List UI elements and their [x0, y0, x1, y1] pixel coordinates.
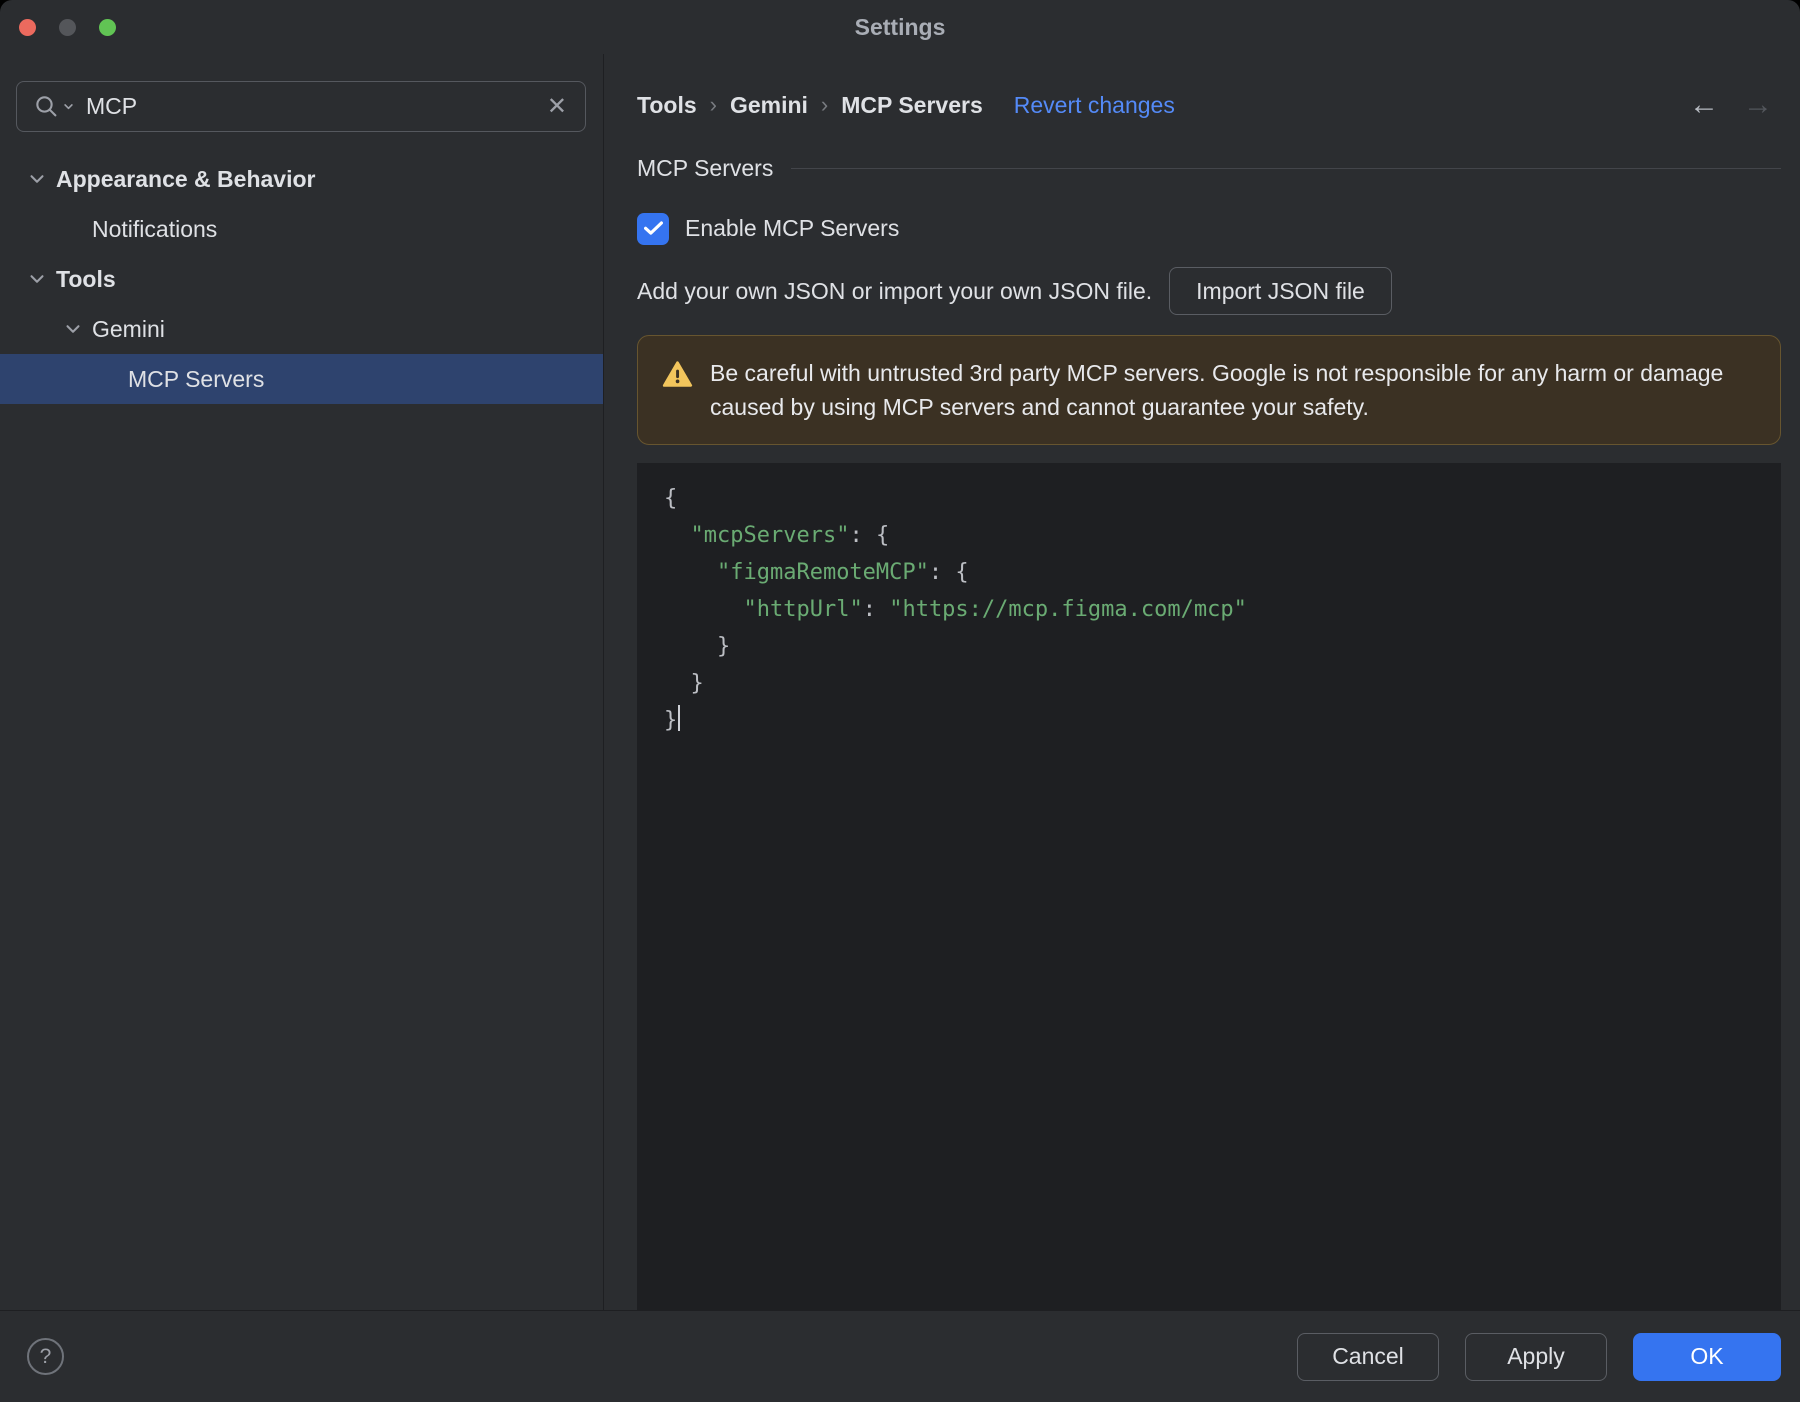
chevron-down-icon[interactable] [26, 168, 56, 190]
warning-icon [662, 361, 693, 387]
search-icon [33, 93, 75, 121]
back-arrow-icon[interactable]: ← [1689, 90, 1719, 120]
breadcrumb-row: Tools › Gemini › MCP Servers Revert changes … [637, 81, 1781, 129]
code-line: } [664, 671, 704, 696]
footer-bar: ? Cancel Apply OK [0, 1310, 1800, 1402]
chevron-down-icon [62, 218, 92, 240]
enable-mcp-checkbox[interactable] [637, 212, 669, 245]
clear-search-icon[interactable]: ✕ [545, 93, 569, 121]
forward-arrow-icon[interactable]: → [1743, 90, 1773, 120]
ok-button[interactable]: OK [1633, 1332, 1781, 1381]
code-line: "httpUrl": "https://mcp.figma.com/mcp" [743, 597, 1247, 622]
import-row: Add your own JSON or import your own JSO… [637, 267, 1781, 315]
sidebar-item-label: Notifications [92, 215, 218, 242]
sidebar-item-tools[interactable]: Tools [0, 254, 603, 304]
check-icon [643, 221, 663, 235]
breadcrumb: Tools › Gemini › MCP Servers [637, 92, 983, 119]
sidebar-item-label: Tools [56, 265, 116, 292]
json-editor[interactable]: { "mcpServers": { "figmaRemoteMCP": { "h… [637, 463, 1781, 1310]
window-title: Settings [854, 13, 946, 40]
history-nav: ← → [1689, 90, 1781, 120]
breadcrumb-item[interactable]: Tools [637, 92, 697, 119]
section-title: MCP Servers [637, 154, 774, 181]
minimize-window-button[interactable] [59, 18, 76, 36]
sidebar-item-label: MCP Servers [128, 365, 265, 392]
breadcrumb-item[interactable]: MCP Servers [841, 92, 983, 119]
import-json-button[interactable]: Import JSON file [1169, 267, 1392, 315]
sidebar-item-appearance-behavior[interactable]: Appearance & Behavior [0, 154, 603, 204]
warning-text: Be careful with untrusted 3rd party MCP … [710, 360, 1724, 420]
apply-button[interactable]: Apply [1465, 1332, 1607, 1381]
enable-mcp-row: Enable MCP Servers [637, 212, 1781, 245]
chevron-down-icon [98, 368, 128, 390]
chevron-down-icon[interactable] [26, 268, 56, 290]
sidebar-item-label: Gemini [92, 315, 165, 342]
help-button[interactable]: ? [27, 1338, 64, 1375]
sidebar-item-gemini[interactable]: Gemini [0, 304, 603, 354]
close-window-button[interactable] [19, 18, 36, 36]
settings-tree: Appearance & Behavior Notifications Tools G… [0, 154, 603, 404]
code-line: "mcpServers": { [690, 523, 890, 548]
breadcrumb-separator: › [709, 92, 717, 117]
search-value[interactable]: MCP [86, 93, 545, 120]
titlebar: Settings [0, 0, 1800, 54]
section-header: MCP Servers [637, 154, 1781, 181]
json-editor-code: { "mcpServers": { "figmaRemoteMCP": { "h… [637, 463, 1781, 739]
breadcrumb-separator: › [820, 92, 829, 117]
settings-window: Settings MCP ✕ Appearance & Behavior Noti… [0, 0, 1800, 1402]
warning-banner: Be careful with untrusted 3rd party MCP … [637, 335, 1781, 445]
window-body: MCP ✕ Appearance & Behavior Notifications… [0, 54, 1800, 1310]
text-cursor [678, 705, 681, 731]
code-line: { [664, 486, 678, 511]
search-input[interactable]: MCP ✕ [16, 81, 586, 132]
chevron-down-icon[interactable] [62, 318, 92, 340]
footer-actions: Cancel Apply OK [1297, 1332, 1781, 1381]
import-hint-text: Add your own JSON or import your own JSO… [637, 277, 1153, 304]
code-line: } [664, 634, 731, 659]
cancel-button[interactable]: Cancel [1297, 1332, 1439, 1381]
chevron-down-icon [64, 104, 73, 110]
sidebar-item-label: Appearance & Behavior [56, 165, 316, 192]
enable-mcp-label: Enable MCP Servers [685, 215, 900, 241]
revert-changes-link[interactable]: Revert changes [1014, 92, 1175, 119]
code-line: "figmaRemoteMCP": { [716, 560, 969, 585]
breadcrumb-item[interactable]: Gemini [730, 92, 808, 119]
zoom-window-button[interactable] [99, 18, 116, 36]
main-content: Tools › Gemini › MCP Servers Revert changes … [604, 54, 1800, 1310]
code-line: } [664, 702, 1781, 739]
section-divider [791, 167, 1781, 169]
traffic-lights [19, 0, 116, 54]
sidebar: MCP ✕ Appearance & Behavior Notifications… [0, 54, 604, 1310]
sidebar-item-mcp-servers[interactable]: MCP Servers [0, 354, 603, 404]
sidebar-item-notifications[interactable]: Notifications [0, 204, 603, 254]
